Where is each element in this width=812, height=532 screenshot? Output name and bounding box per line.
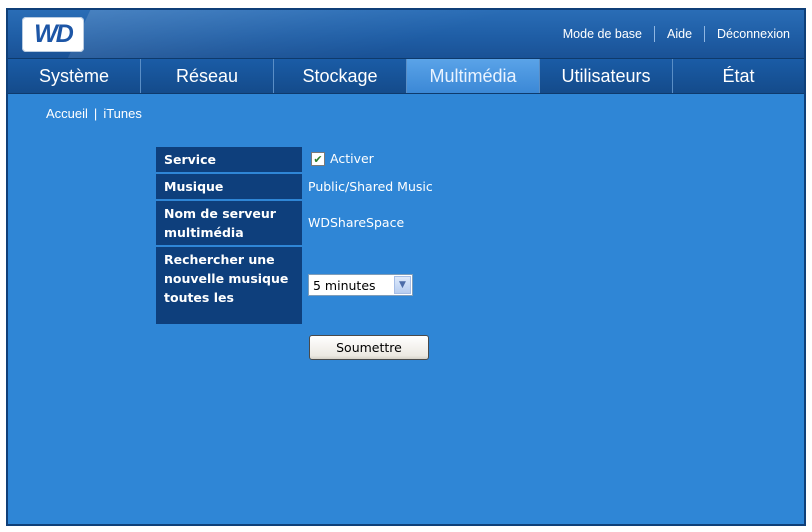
rescan-interval-value: 5 minutes [313,277,376,293]
basic-mode-link[interactable]: Mode de base [563,27,642,41]
tab-etat[interactable]: État [673,59,804,93]
breadcrumb-current[interactable]: iTunes [103,106,142,121]
service-enable-checkbox[interactable]: ✔ [311,152,325,166]
server-name-label: Nom de serveur multimédia [156,201,302,245]
tab-utilisateurs[interactable]: Utilisateurs [540,59,673,93]
divider [654,26,655,42]
rescan-interval-label: Rechercher une nouvelle musique toutes l… [156,247,302,324]
main-nav: Système Réseau Stockage Multimédia Utili… [8,58,804,94]
header-links: Mode de base Aide Déconnexion [563,26,790,42]
rescan-interval-select[interactable]: 5 minutes ▼ [308,274,413,296]
breadcrumb-separator: | [93,106,98,121]
checkmark-icon: ✔ [313,152,323,166]
help-link[interactable]: Aide [667,27,692,41]
music-share-value: Public/Shared Music [308,179,433,194]
header-sheen [67,10,629,58]
tab-multimedia[interactable]: Multimédia [407,59,540,93]
app-frame: WD Mode de base Aide Déconnexion Système… [6,8,806,526]
music-label: Musique [156,174,302,199]
tab-reseau[interactable]: Réseau [141,59,274,93]
header: WD Mode de base Aide Déconnexion [8,10,804,58]
service-enable-label: Activer [330,151,374,166]
logout-link[interactable]: Déconnexion [717,27,790,41]
wd-logo[interactable]: WD [22,17,84,52]
server-name-value: WDShareSpace [308,215,405,230]
divider [704,26,706,42]
chevron-down-icon[interactable]: ▼ [394,276,411,294]
breadcrumb-home[interactable]: Accueil [46,106,88,121]
tab-systeme[interactable]: Système [8,59,141,93]
logo-text: WD [34,20,74,48]
tab-stockage[interactable]: Stockage [274,59,407,93]
breadcrumb: Accueil | iTunes [46,106,142,121]
submit-button[interactable]: Soumettre [309,335,429,360]
service-label: Service [156,147,302,172]
